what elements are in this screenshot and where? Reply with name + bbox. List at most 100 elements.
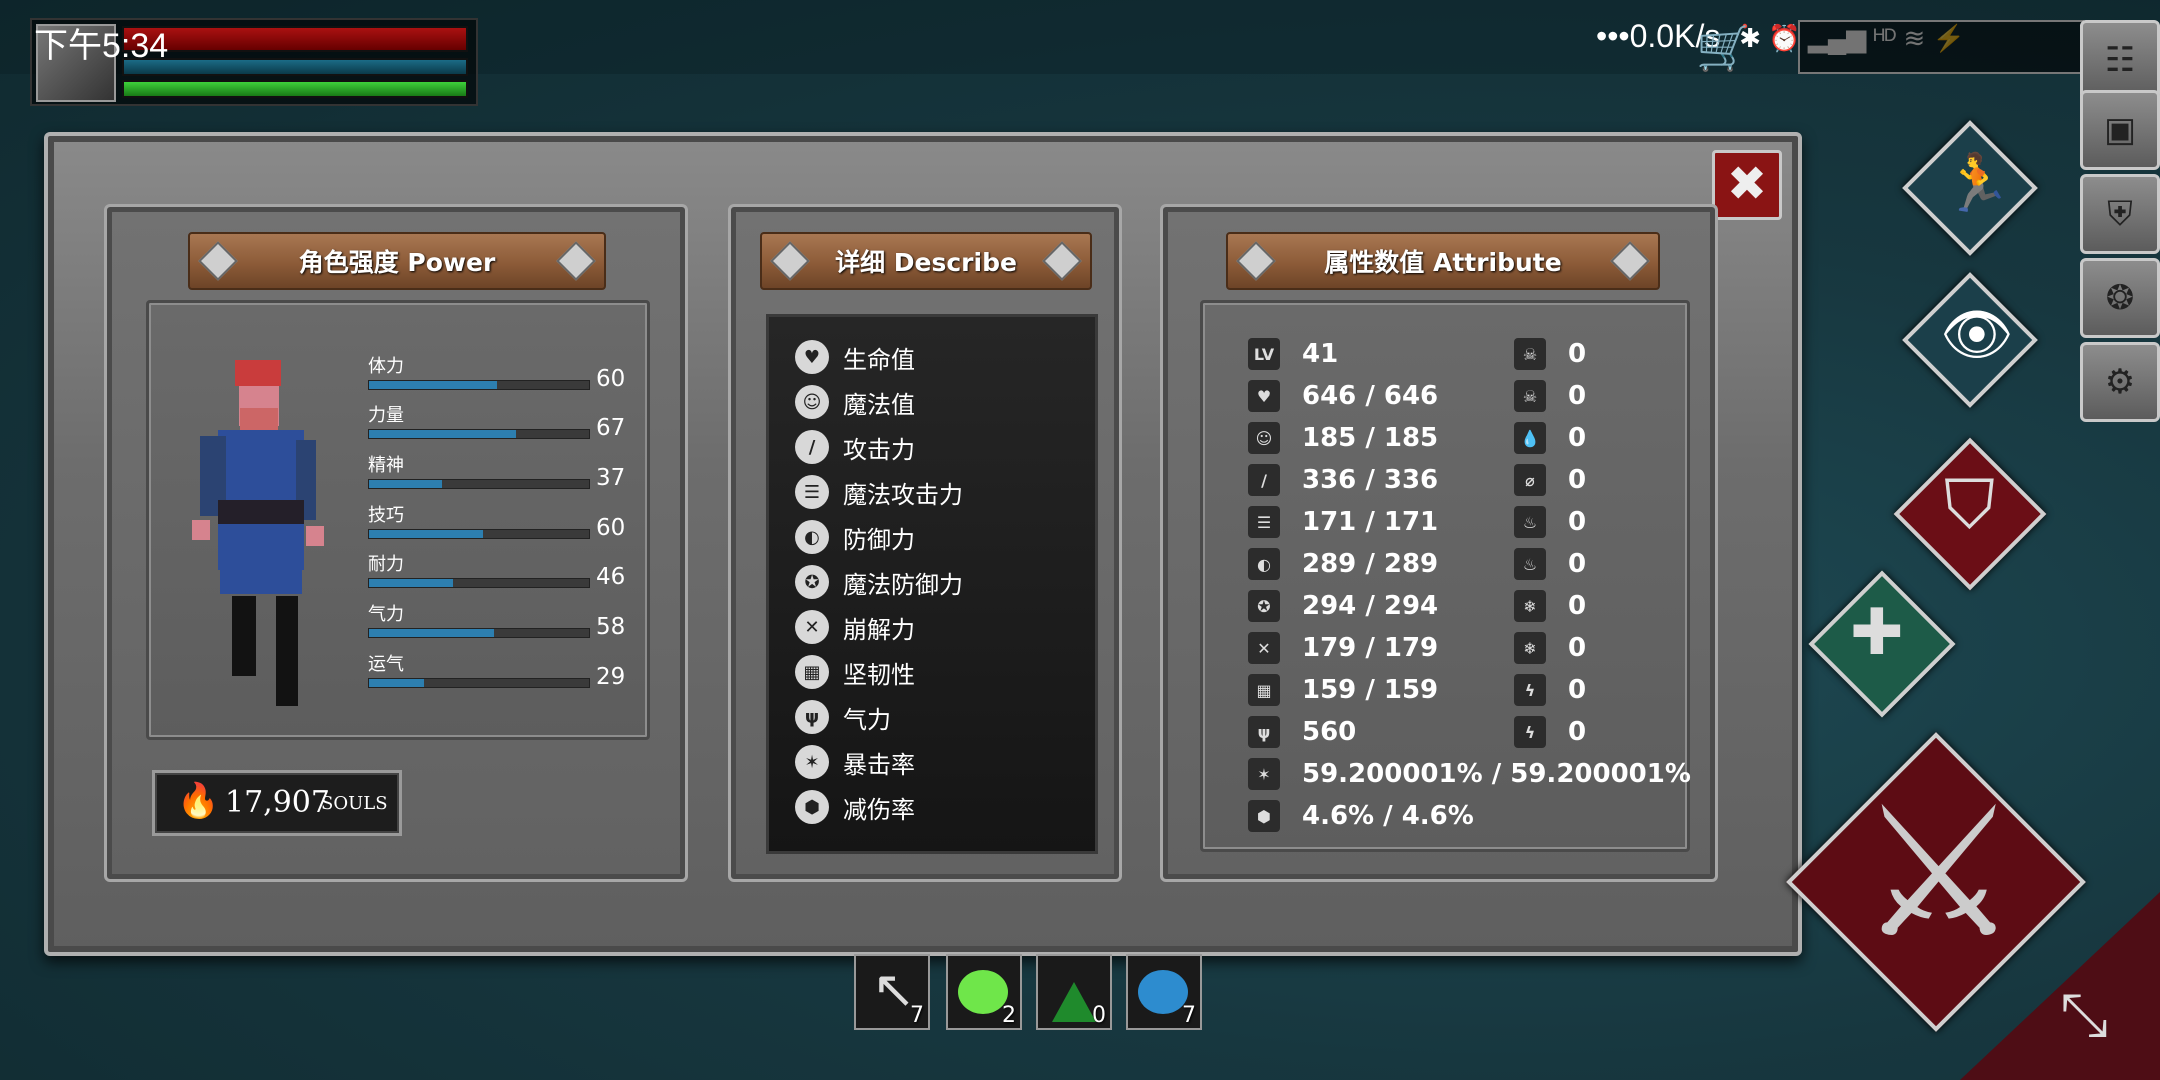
frost-resist-icon: ❄ [1514, 632, 1546, 664]
attr-damage-reduction: ⬢ 4.6% / 4.6% [1248, 796, 1474, 836]
equipment-helmet-button[interactable]: ⛨ [2080, 174, 2160, 254]
attr-value: 0 [1568, 507, 1587, 537]
attr-frost: ❄ 0 [1514, 586, 1586, 626]
shield-icon: ◐ [1248, 548, 1280, 580]
skills-button[interactable]: ❂ [2080, 258, 2160, 338]
head-icon: ☺ [1248, 422, 1280, 454]
magic-shield-icon: ✪ [1248, 590, 1280, 622]
list-item[interactable]: ▦ 坚韧性 [795, 652, 915, 692]
green-flask-icon [1052, 982, 1096, 1022]
heart-icon: ♥ [1248, 380, 1280, 412]
lungs-icon: ψ [795, 700, 829, 734]
hammer-icon: ✕ [1248, 632, 1280, 664]
list-item[interactable]: ψ 气力 [795, 697, 891, 737]
banner-gem-icon [198, 241, 238, 281]
souls-counter-mini [1798, 20, 2084, 74]
stat-label: 技巧 [368, 505, 404, 526]
attr-lightning: ϟ0 [1514, 670, 1586, 710]
magic-shield-icon: ✪ [795, 565, 829, 599]
describe-label: 魔法值 [843, 390, 915, 419]
list-item[interactable]: ☺ 魔法值 [795, 382, 915, 422]
lightning-resist-icon: ϟ [1514, 716, 1546, 748]
arrow-slot[interactable]: ↖ 7 [854, 954, 930, 1030]
describe-label: 攻击力 [843, 435, 915, 464]
attr-poison-resist: ☠ 0 [1514, 376, 1586, 416]
attr-value: 0 [1568, 591, 1587, 621]
stat-bar [368, 429, 590, 439]
expand-corner-icon[interactable]: ⤡ [2060, 980, 2108, 1050]
attr-value: 0 [1568, 675, 1587, 705]
critical-star-icon: ✶ [1248, 758, 1280, 790]
drop-icon: 💧 [1514, 422, 1546, 454]
attr-crit-rate: ✶ 59.200001% / 59.200001% [1248, 754, 1691, 794]
list-item[interactable]: ☰ 魔法攻击力 [795, 472, 963, 512]
shop-cart-icon[interactable]: 🛒 [1696, 22, 1758, 78]
power-title: 角色强度 Power [298, 248, 496, 277]
souls-unit: SOULS [321, 793, 388, 814]
lungs-icon: ψ [1248, 716, 1280, 748]
status-time: 下午5:34 [34, 27, 169, 65]
power-banner: 角色强度 Power [188, 232, 606, 290]
list-item[interactable]: ♥ 生命值 [795, 337, 915, 377]
attr-hp: ♥ 646 / 646 [1248, 376, 1438, 416]
stat-bar [368, 529, 590, 539]
list-item[interactable]: ✪ 魔法防御力 [795, 562, 963, 602]
banner-gem-icon [770, 241, 810, 281]
attr-bleed-resist: ⌀ 0 [1514, 460, 1586, 500]
stat-value: 58 [596, 614, 626, 640]
slot-count: 0 [1092, 1003, 1106, 1028]
head-icon: ☺ [795, 385, 829, 419]
drop-resist-icon: ⌀ [1514, 464, 1546, 496]
skull-icon: ☠ [1514, 338, 1546, 370]
describe-banner: 详细 Describe [760, 232, 1092, 290]
attr-value: 0 [1568, 339, 1587, 369]
attr-vigor: ψ 560 [1248, 712, 1356, 752]
level-icon: LV [1248, 338, 1280, 370]
heal-shield-icon: ✚ [1850, 596, 1904, 670]
stat-value: 29 [596, 664, 626, 690]
green-potion-slot[interactable]: 2 [946, 954, 1022, 1030]
running-man-icon: 🏃 [1942, 151, 2012, 216]
stat-label: 精神 [368, 455, 404, 476]
attr-value: 4.6% / 4.6% [1302, 801, 1474, 831]
spellbook-icon: ☰ [1248, 506, 1280, 538]
lightning-icon: ϟ [1514, 674, 1546, 706]
skull-resist-icon: ☠ [1514, 380, 1546, 412]
attr-fire-resist: ♨ 0 [1514, 544, 1586, 584]
stat-bar [368, 678, 590, 688]
settings-gear-button[interactable]: ⚙ [2080, 342, 2160, 422]
attr-value: 0 [1568, 717, 1587, 747]
close-button[interactable]: ✖ [1712, 150, 1782, 220]
list-item[interactable]: ✕ 崩解力 [795, 607, 915, 647]
attr-value: 159 / 159 [1302, 675, 1439, 705]
banner-gem-icon [556, 241, 596, 281]
list-item[interactable]: ◐ 防御力 [795, 517, 915, 557]
attr-value: 289 / 289 [1302, 549, 1439, 579]
list-item[interactable]: ⬢ 减伤率 [795, 787, 915, 827]
attr-defense: ◐ 289 / 289 [1248, 544, 1438, 584]
souls-display: 🔥 17,907 SOULS [152, 770, 402, 836]
stat-row-endurance: 耐力 46 [368, 550, 625, 590]
stat-value: 37 [596, 465, 626, 491]
attr-magic-defense: ✪ 294 / 294 [1248, 586, 1438, 626]
damage-reduction-icon: ⬢ [1248, 800, 1280, 832]
menu-grid-button[interactable]: ☷ [2080, 20, 2160, 100]
sword-icon: / [795, 430, 829, 464]
inventory-button[interactable]: ▣ [2080, 90, 2160, 170]
list-item[interactable]: ✶ 暴击率 [795, 742, 915, 782]
stat-row-stamina: 体力 60 [368, 352, 625, 392]
attr-level: LV 41 [1248, 334, 1338, 374]
attr-mp: ☺ 185 / 185 [1248, 418, 1438, 458]
green-flask-slot[interactable]: 0 [1036, 954, 1112, 1030]
attr-value: 185 / 185 [1302, 423, 1439, 453]
blue-potion-slot[interactable]: 7 [1126, 954, 1202, 1030]
attr-toughness: ▦ 159 / 159 [1248, 670, 1438, 710]
list-item[interactable]: / 攻击力 [795, 427, 915, 467]
critical-star-icon: ✶ [795, 745, 829, 779]
attr-value: 0 [1568, 381, 1587, 411]
stat-row-skill: 技巧 60 [368, 501, 625, 541]
attribute-banner: 属性数值 Attribute [1226, 232, 1660, 290]
attr-value: 646 / 646 [1302, 381, 1439, 411]
attr-value: 41 [1302, 339, 1339, 369]
character-model[interactable] [180, 350, 340, 720]
